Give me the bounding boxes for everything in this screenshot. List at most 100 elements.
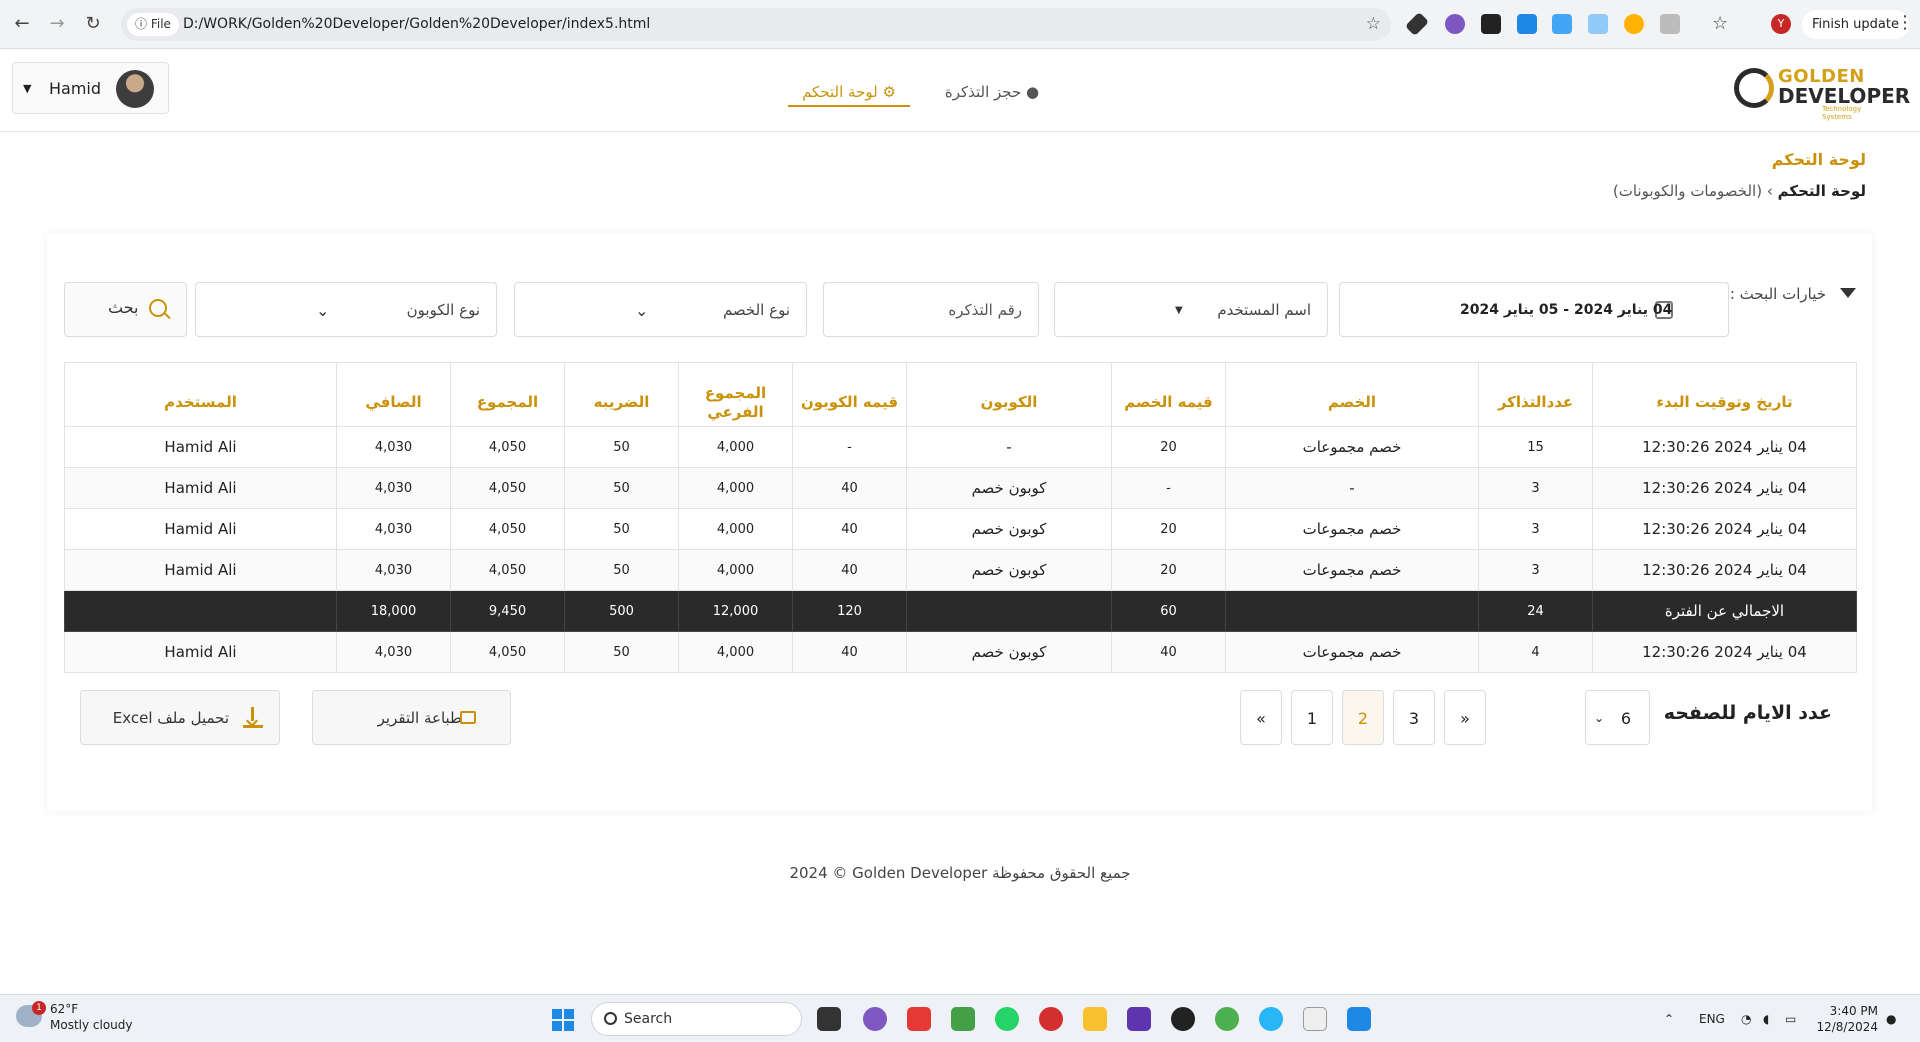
task-view-icon[interactable]: [817, 1007, 841, 1031]
chrome-icon[interactable]: [1215, 1007, 1239, 1031]
address-bar[interactable]: ⓘ File D:/WORK/Golden%20Developer/Golden…: [121, 8, 1391, 41]
site-info-label: File: [150, 17, 171, 31]
snipping-tool-icon[interactable]: [907, 1007, 931, 1031]
cell-datetime: 04 يناير 2024 12:30:26: [1592, 426, 1857, 468]
windows-start-icon[interactable]: [552, 1009, 574, 1031]
finish-update-button[interactable]: Finish update: [1802, 10, 1909, 39]
profile-avatar-icon[interactable]: Y: [1771, 14, 1791, 34]
cell-coupon-value: 40: [792, 631, 907, 673]
puzzle-extensions-icon[interactable]: [1660, 14, 1680, 34]
system-clock[interactable]: 3:40 PM 12/8/2024: [1814, 1003, 1878, 1035]
weather-widget[interactable]: 1 62°F Mostly cloudy: [16, 1001, 133, 1033]
site-info-chip[interactable]: ⓘ File: [127, 13, 179, 36]
blank-document-icon[interactable]: [1303, 1007, 1327, 1031]
cell-coupon-value: 40: [792, 549, 907, 591]
ticket-number-input[interactable]: رقم التذكره: [823, 282, 1039, 337]
document-extension-icon[interactable]: [1588, 14, 1608, 34]
total-subtotal: 12,000: [678, 590, 793, 632]
tab-ticket-booking[interactable]: حجز التذكرة ●: [938, 77, 1046, 107]
whatsapp-icon[interactable]: [995, 1007, 1019, 1031]
cell-discount: خصم مجموعات: [1225, 631, 1479, 673]
breadcrumb-root-link[interactable]: لوحة التحكم: [1778, 182, 1866, 200]
total-ticket-count: 24: [1478, 590, 1593, 632]
notepad-plus-icon[interactable]: [951, 1007, 975, 1031]
days-per-page-select[interactable]: 6 ⌄: [1585, 690, 1650, 745]
language-indicator[interactable]: ENG: [1699, 995, 1725, 1042]
color-extension-icon[interactable]: [1624, 14, 1644, 34]
golden-developer-logo[interactable]: GOLDEN DEVELOPER Technology Systems: [1734, 64, 1910, 121]
back-arrow-icon[interactable]: ←: [10, 12, 34, 36]
file-explorer-icon[interactable]: [1083, 1007, 1107, 1031]
vscode-icon[interactable]: [1347, 1007, 1371, 1031]
cell-total: 4,050: [450, 467, 565, 509]
report-card: خيارات البحث : 04 يناير 2024 - 05 يناير …: [47, 233, 1872, 811]
translate-extension-icon[interactable]: [1552, 14, 1572, 34]
weather-temp: 62°F: [50, 1002, 79, 1016]
telegram-icon[interactable]: [1259, 1007, 1283, 1031]
volume-icon[interactable]: ◖: [1763, 995, 1769, 1042]
clock-time: 3:40 PM: [1829, 1004, 1878, 1018]
reload-icon[interactable]: ↻: [81, 12, 105, 36]
bookmark-star-icon[interactable]: ☆: [1366, 8, 1381, 41]
dev-app-icon[interactable]: [1127, 1007, 1151, 1031]
cell-subtotal: 4,000: [678, 631, 793, 673]
pagination-page-2[interactable]: 2: [1342, 690, 1384, 745]
col-start-datetime: تاريخ وتوقيت البدء: [1592, 362, 1857, 427]
cell-user: Hamid Ali: [64, 467, 337, 509]
cell-total: 4,050: [450, 549, 565, 591]
days-per-page-label: عدد الايام للصفحه: [1663, 702, 1832, 724]
pagination-page-3[interactable]: 3: [1393, 690, 1435, 745]
cell-discount-value: 20: [1111, 549, 1226, 591]
user-menu-dropdown[interactable]: ▼ Hamid: [12, 62, 169, 114]
cell-ticket-count: 3: [1478, 467, 1593, 509]
forward-arrow-icon[interactable]: →: [45, 12, 69, 36]
cell-ticket-count: 4: [1478, 631, 1593, 673]
print-report-button[interactable]: طباعة التقرير: [312, 690, 511, 745]
wifi-icon[interactable]: ◔: [1741, 995, 1751, 1042]
download-excel-label: تحميل ملف Excel: [112, 709, 229, 727]
pagination-page-1[interactable]: 1: [1291, 690, 1333, 745]
cell-datetime: 04 يناير 2024 12:30:26: [1592, 549, 1857, 591]
cell-net: 4,030: [336, 467, 451, 509]
cell-user: Hamid Ali: [64, 631, 337, 673]
notification-bell-icon[interactable]: ●: [1886, 995, 1896, 1042]
gear-extension-icon[interactable]: [1445, 14, 1465, 34]
pen-extension-icon[interactable]: [1404, 11, 1430, 37]
breadcrumb-current: (الخصومات والكوبونات): [1612, 182, 1763, 200]
tab-dashboard[interactable]: لوحة التحكم ⚙: [788, 77, 910, 107]
total-coupon: [906, 590, 1112, 632]
total-discount-value: 60: [1111, 590, 1226, 632]
discount-type-select[interactable]: نوع الخصم ⌄: [514, 282, 807, 337]
search-button[interactable]: بحث: [64, 282, 187, 337]
cell-datetime: 04 يناير 2024 12:30:26: [1592, 508, 1857, 550]
download-extension-icon[interactable]: [1517, 14, 1537, 34]
download-excel-button[interactable]: تحميل ملف Excel: [80, 690, 280, 745]
taskbar-search[interactable]: Search: [591, 1002, 802, 1036]
url-text[interactable]: D:/WORK/Golden%20Developer/Golden%20Deve…: [183, 8, 650, 41]
coupon-type-select[interactable]: نوع الكوبون ⌄: [195, 282, 497, 337]
pagination-next[interactable]: »: [1444, 690, 1486, 745]
username-select[interactable]: اسم المستخدم ▼: [1054, 282, 1328, 337]
chevron-up-icon[interactable]: ⌃: [1664, 995, 1674, 1042]
cell-coupon-value: 40: [792, 508, 907, 550]
total-discount: [1225, 590, 1479, 632]
total-row: الاجمالي عن الفترة 24 60 120 12,000 500 …: [64, 590, 1857, 632]
media-player-icon[interactable]: [1171, 1007, 1195, 1031]
cell-user: Hamid Ali: [64, 508, 337, 550]
browser-menu-icon[interactable]: ⋮: [1896, 12, 1914, 33]
breadcrumb-separator: ›: [1766, 182, 1773, 200]
cell-total: 4,050: [450, 426, 565, 468]
bookmarks-star-icon[interactable]: ☆: [1712, 14, 1732, 34]
weather-badge: 1: [32, 1001, 46, 1015]
cell-subtotal: 4,000: [678, 549, 793, 591]
cell-total: 4,050: [450, 508, 565, 550]
cell-tax: 50: [564, 631, 679, 673]
font-extension-icon[interactable]: [1481, 14, 1501, 34]
pagination-prev[interactable]: «: [1240, 690, 1282, 745]
date-range-picker[interactable]: 04 يناير 2024 - 05 يناير 2024: [1339, 282, 1729, 337]
wps-office-icon[interactable]: [1039, 1007, 1063, 1031]
print-report-label: طباعة التقرير: [377, 709, 462, 727]
battery-icon[interactable]: ▭: [1785, 995, 1796, 1042]
total-user: [64, 590, 337, 632]
copilot-icon[interactable]: [863, 1007, 887, 1031]
